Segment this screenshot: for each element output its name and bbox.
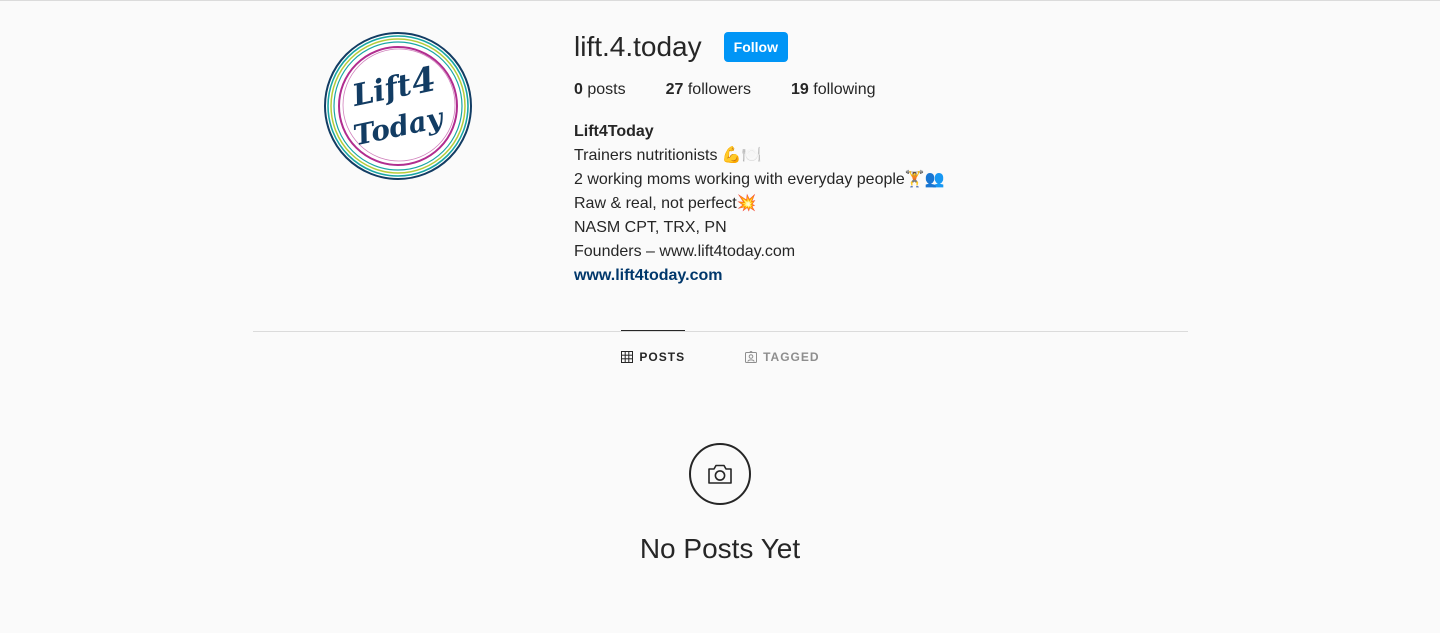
posts-stat: 0 posts: [574, 78, 626, 102]
bio-line: Raw & real, not perfect💥: [574, 195, 757, 212]
tab-posts-label: POSTS: [639, 350, 686, 364]
website-link[interactable]: www.lift4today.com: [574, 267, 722, 284]
tab-posts[interactable]: POSTS: [621, 330, 686, 383]
followers-label: followers: [687, 81, 751, 98]
following-count: 19: [791, 81, 809, 98]
lift4today-logo: Lift 4 Today: [324, 32, 472, 180]
full-name: Lift4Today: [574, 123, 654, 140]
bio-line: NASM CPT, TRX, PN: [574, 219, 727, 236]
followers-count: 27: [665, 81, 684, 98]
tagged-icon: [745, 351, 758, 363]
tab-tagged-label: TAGGED: [763, 350, 820, 364]
bio-line: 2 working moms working with everyday peo…: [574, 171, 945, 188]
following-label: following: [813, 81, 876, 98]
empty-state: No Posts Yet: [0, 443, 1440, 565]
bio-line: Trainers nutritionists 💪🍽️: [574, 147, 762, 164]
follow-button[interactable]: Follow: [723, 32, 788, 62]
posts-count: 0: [574, 81, 583, 98]
following-stat[interactable]: 19 following: [791, 78, 876, 102]
tab-tagged[interactable]: TAGGED: [745, 331, 819, 383]
camera-icon: [708, 464, 732, 484]
posts-label: posts: [587, 81, 626, 98]
avatar[interactable]: Lift 4 Today: [322, 30, 474, 182]
followers-stat[interactable]: 27 followers: [666, 78, 751, 102]
profile-stats: 0 posts 27 followers 19 following: [574, 78, 1274, 102]
username: lift.4.today: [574, 31, 702, 62]
camera-icon-circle: [689, 443, 751, 505]
profile-header: Lift 4 Today lift.4.today Follow 0 posts…: [0, 0, 1440, 330]
bio: Lift4Today Trainers nutritionists 💪🍽️ 2 …: [574, 120, 1274, 288]
title-row: lift.4.today Follow: [574, 30, 1274, 64]
bio-line: Founders – www.lift4today.com: [574, 243, 796, 260]
grid-icon: [621, 351, 634, 363]
profile-tabs: POSTS TAGGED: [253, 330, 1188, 383]
empty-state-title: No Posts Yet: [639, 533, 801, 564]
profile-info: lift.4.today Follow 0 posts 27 followers…: [574, 30, 1274, 288]
